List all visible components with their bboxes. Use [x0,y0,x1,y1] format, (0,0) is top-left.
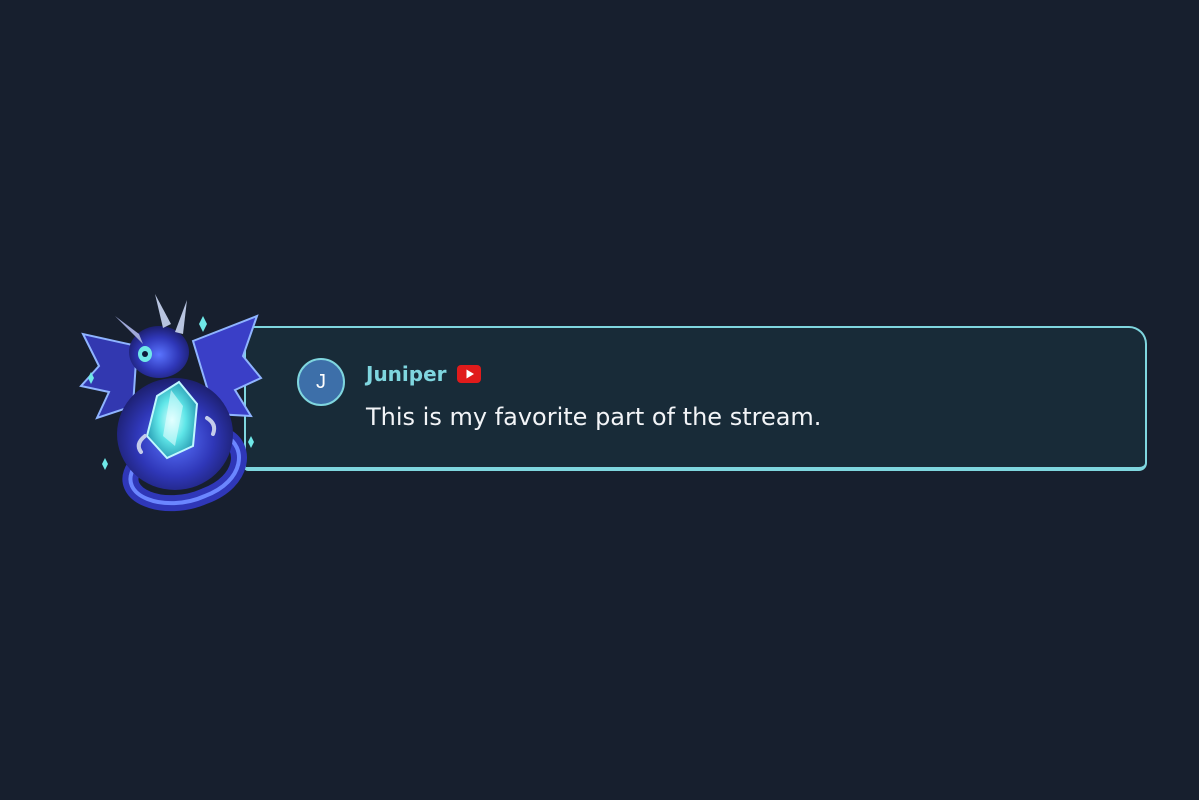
chat-message-card [244,326,1147,471]
youtube-icon [456,365,481,383]
crystal-dragon-icon [79,294,263,512]
overlay-stage: J Juniper This is my favorite part of th… [0,0,1199,800]
username: Juniper [366,362,447,386]
chat-message-text: This is my favorite part of the stream. [366,403,822,431]
user-avatar: J [297,358,345,406]
chat-header: Juniper [366,360,481,388]
